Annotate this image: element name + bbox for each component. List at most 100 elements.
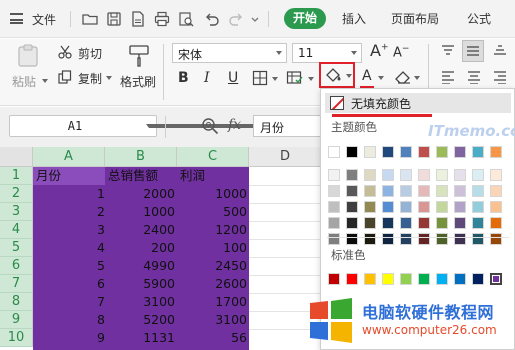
standard-color-swatch[interactable] <box>328 273 340 285</box>
format-painter-icon[interactable] <box>128 44 150 68</box>
theme-color-swatch[interactable] <box>472 146 484 158</box>
italic-button[interactable]: I <box>204 70 210 86</box>
theme-shade-swatch[interactable] <box>490 185 502 197</box>
table-cell[interactable]: 2400 <box>105 221 175 239</box>
table-cell[interactable]: 7 <box>33 293 105 311</box>
formula-input[interactable]: 月份 <box>253 115 325 137</box>
theme-color-swatch[interactable] <box>346 146 358 158</box>
theme-shade-swatch[interactable] <box>346 233 358 245</box>
standard-color-swatch[interactable] <box>382 273 394 285</box>
table-cell[interactable]: 1200 <box>177 221 247 239</box>
zoom-search-icon[interactable] <box>201 117 219 135</box>
tab-formulas[interactable]: 公式 <box>467 10 491 27</box>
table-cell[interactable]: 100 <box>177 239 247 257</box>
theme-shade-swatch[interactable] <box>346 201 358 213</box>
underline-button[interactable]: U <box>228 70 238 86</box>
theme-shade-swatch[interactable] <box>454 169 466 181</box>
tab-insert[interactable]: 插入 <box>342 10 366 27</box>
borders-icon[interactable] <box>252 70 268 86</box>
theme-shade-swatch[interactable] <box>436 201 448 213</box>
theme-shade-swatch[interactable] <box>328 201 340 213</box>
table-cell[interactable]: 1000 <box>105 203 175 221</box>
paste-button-label[interactable]: 粘贴 <box>12 73 36 90</box>
bold-button[interactable]: B <box>178 70 189 86</box>
theme-shade-swatch[interactable] <box>418 185 430 197</box>
theme-shade-swatch[interactable] <box>328 169 340 181</box>
align-left-icon[interactable] <box>440 70 456 84</box>
row-header[interactable]: 8 <box>0 293 33 311</box>
theme-color-swatch[interactable] <box>418 146 430 158</box>
table-cell[interactable]: 3100 <box>105 293 175 311</box>
table-cell[interactable]: 4 <box>33 239 105 257</box>
standard-color-swatch[interactable] <box>364 273 376 285</box>
theme-shade-swatch[interactable] <box>490 201 502 213</box>
font-name-select[interactable]: 宋体 <box>172 43 287 63</box>
theme-shade-swatch[interactable] <box>454 217 466 229</box>
theme-shade-swatch[interactable] <box>382 233 394 245</box>
standard-color-swatch[interactable] <box>454 273 466 285</box>
theme-shade-swatch[interactable] <box>346 217 358 229</box>
paste-dropdown-arrow[interactable] <box>42 79 48 83</box>
theme-shade-swatch[interactable] <box>400 169 412 181</box>
theme-shade-swatch[interactable] <box>472 233 484 245</box>
print-icon[interactable] <box>154 11 170 27</box>
fill-color-button[interactable] <box>319 62 355 88</box>
spreadsheet-grid[interactable]: A B C D 1 2 3 4 5 6 7 8 9 10 月份 总销售额 利润 … <box>0 147 322 350</box>
standard-color-swatch[interactable] <box>346 273 358 285</box>
theme-shade-swatch[interactable] <box>328 233 340 245</box>
print-preview-icon[interactable] <box>178 11 194 27</box>
standard-color-swatch[interactable] <box>436 273 448 285</box>
conditional-format-icon[interactable] <box>286 70 304 86</box>
table-cell[interactable]: 2 <box>33 203 105 221</box>
row-header[interactable]: 7 <box>0 275 33 293</box>
no-fill-option[interactable]: 无填充颜色 <box>325 93 511 113</box>
table-cell[interactable]: 500 <box>177 203 247 221</box>
theme-shade-swatch[interactable] <box>382 217 394 229</box>
theme-shade-swatch[interactable] <box>400 233 412 245</box>
table-cell[interactable]: 1700 <box>177 293 247 311</box>
theme-shade-swatch[interactable] <box>490 217 502 229</box>
theme-color-swatch[interactable] <box>400 146 412 158</box>
row-header[interactable]: 5 <box>0 239 33 257</box>
theme-shade-swatch[interactable] <box>382 169 394 181</box>
theme-shade-swatch[interactable] <box>400 217 412 229</box>
standard-color-swatch[interactable] <box>490 273 502 285</box>
quick-access-more-icon[interactable] <box>250 11 260 27</box>
standard-color-swatch[interactable] <box>418 273 430 285</box>
theme-color-swatch[interactable] <box>328 146 340 158</box>
font-size-select[interactable]: 11 <box>292 43 362 63</box>
table-cell[interactable]: 1131 <box>105 329 175 347</box>
theme-shade-swatch[interactable] <box>436 233 448 245</box>
cell-b1[interactable]: 总销售额 <box>105 167 177 185</box>
tab-page-layout[interactable]: 页面布局 <box>391 10 439 27</box>
undo-icon[interactable] <box>204 11 220 27</box>
select-all-corner[interactable] <box>0 147 33 167</box>
table-cell[interactable]: 5900 <box>105 275 175 293</box>
theme-shade-swatch[interactable] <box>364 185 376 197</box>
theme-shade-swatch[interactable] <box>454 233 466 245</box>
align-top-icon[interactable] <box>440 44 456 58</box>
cut-button[interactable]: 剪切 <box>78 45 102 62</box>
copy-button[interactable]: 复制 <box>78 70 102 87</box>
decrease-font-size-button[interactable]: A− <box>393 44 409 60</box>
font-color-dropdown-arrow[interactable] <box>378 76 384 80</box>
theme-shade-swatch[interactable] <box>418 217 430 229</box>
theme-shade-swatch[interactable] <box>490 169 502 181</box>
row-header[interactable]: 3 <box>0 203 33 221</box>
theme-shade-swatch[interactable] <box>382 185 394 197</box>
export-pdf-icon[interactable] <box>130 11 146 27</box>
theme-shade-swatch[interactable] <box>472 201 484 213</box>
conditional-format-dropdown-arrow[interactable] <box>308 77 314 81</box>
table-cell[interactable]: 2000 <box>105 185 175 203</box>
paste-icon[interactable] <box>16 44 42 68</box>
theme-shade-swatch[interactable] <box>346 185 358 197</box>
cell-a1[interactable]: 月份 <box>33 167 105 185</box>
theme-shade-swatch[interactable] <box>382 201 394 213</box>
row-header[interactable]: 10 <box>0 329 33 347</box>
increase-font-size-button[interactable]: A+ <box>370 41 389 60</box>
table-cell[interactable]: 1 <box>33 185 105 203</box>
theme-shade-swatch[interactable] <box>418 201 430 213</box>
theme-shade-swatch[interactable] <box>436 169 448 181</box>
theme-shade-swatch[interactable] <box>418 169 430 181</box>
theme-shade-swatch[interactable] <box>346 169 358 181</box>
